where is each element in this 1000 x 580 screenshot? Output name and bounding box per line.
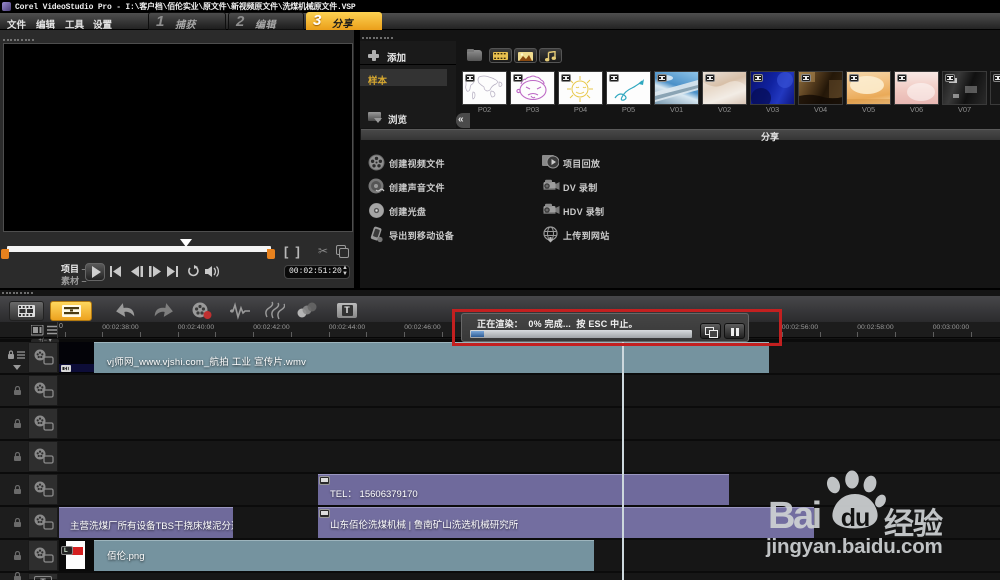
svg-text:du: du	[841, 504, 870, 532]
